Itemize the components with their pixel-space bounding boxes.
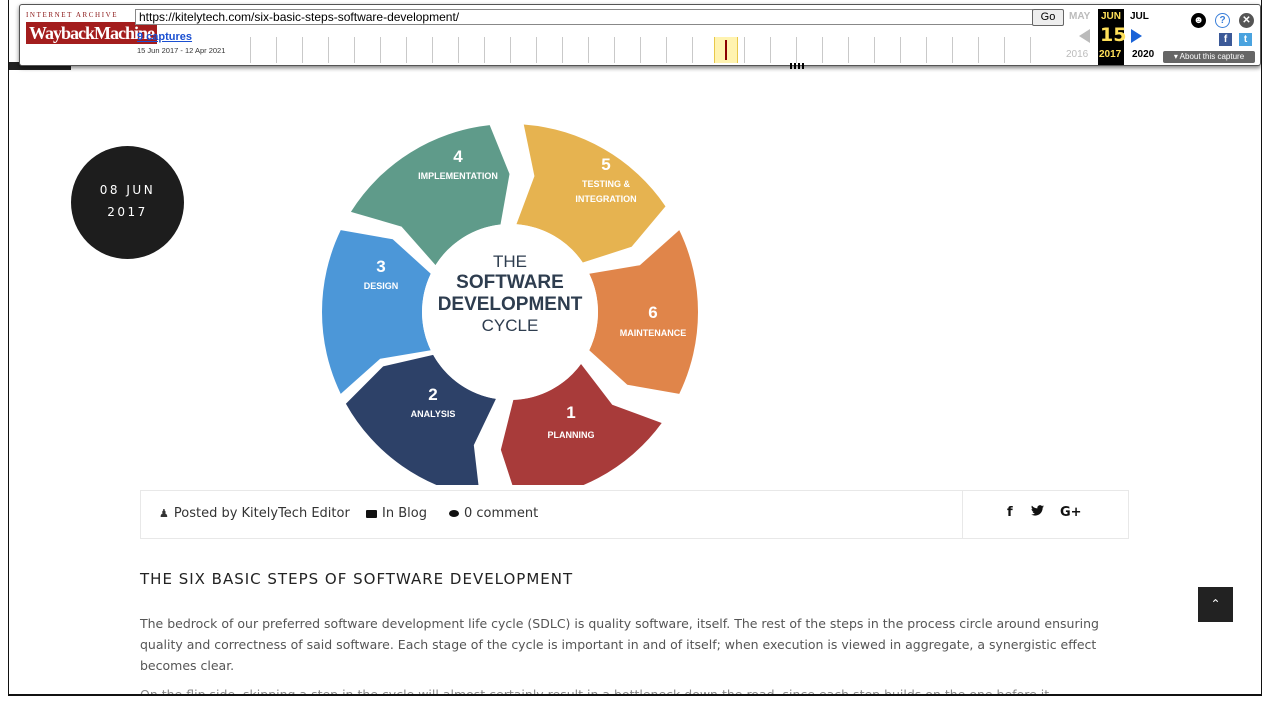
prev-capture-arrow-icon[interactable] — [1079, 29, 1090, 43]
post-author[interactable]: ♟ Posted by KitelyTech Editor — [159, 506, 350, 521]
next-month-link[interactable]: JUL — [1130, 11, 1149, 22]
close-icon[interactable]: ✕ — [1239, 13, 1254, 28]
step-2-label: ANALYSIS — [411, 409, 456, 419]
center-line-2: SOFTWARE — [456, 272, 564, 293]
chevron-up-icon: ⌃ — [1210, 597, 1221, 611]
wayback-url-input[interactable]: https://kitelytech.com/six-basic-steps-s… — [135, 9, 1033, 25]
facebook-share-icon[interactable]: f — [1219, 33, 1232, 46]
step-1-label: PLANNING — [548, 430, 595, 440]
user-icon[interactable]: ☻ — [1191, 13, 1206, 28]
category-text: In Blog — [382, 506, 427, 521]
twitter-share-icon[interactable]: t — [1239, 33, 1252, 46]
internet-archive-text: INTERNET ARCHIVE — [26, 11, 119, 19]
meta-divider — [962, 491, 963, 538]
step-4-number: 4 — [453, 147, 463, 166]
prev-year[interactable]: 2016 — [1066, 49, 1088, 60]
step-2-number: 2 — [428, 385, 437, 404]
post-intro-paragraph: The bedrock of our preferred software de… — [140, 616, 1099, 673]
selected-year-highlight[interactable] — [714, 37, 738, 63]
step-6-label: MAINTENANCE — [620, 328, 687, 338]
google-plus-icon[interactable]: G+ — [1060, 505, 1082, 520]
step-5-label-2: INTEGRATION — [575, 194, 636, 204]
step-4-label: IMPLEMENTATION — [418, 171, 498, 181]
current-day: 15 — [1100, 24, 1127, 46]
next-year[interactable]: 2020 — [1132, 49, 1154, 60]
post-comments[interactable]: 0 comment — [449, 506, 538, 521]
step-3-number: 3 — [376, 257, 385, 276]
center-line-1: THE — [493, 252, 527, 271]
comments-text: 0 comment — [464, 506, 539, 521]
post-next-paragraph: On the flip side, skipping a step in the… — [140, 684, 1100, 694]
center-line-3: DEVELOPMENT — [438, 294, 583, 315]
twitter-icon[interactable] — [1031, 505, 1044, 520]
post-meta-bar: ♟ Posted by KitelyTech Editor In Blog 0 … — [140, 490, 1129, 539]
folder-icon — [366, 509, 377, 518]
post-date-year: 2017 — [107, 205, 148, 219]
step-5-label: TESTING & — [582, 179, 631, 189]
scroll-to-top-button[interactable]: ⌃ — [1198, 587, 1233, 622]
step-1-number: 1 — [566, 403, 575, 422]
sdlc-cycle-diagram: THE SOFTWARE DEVELOPMENT CYCLE 1 PLANNIN… — [322, 124, 698, 485]
help-icon[interactable]: ? — [1215, 13, 1230, 28]
capture-marks — [790, 56, 806, 74]
step-6-number: 6 — [648, 303, 657, 322]
author-text: Posted by KitelyTech Editor — [173, 506, 350, 521]
post-date-day: 08 JUN — [99, 183, 156, 197]
about-capture-button[interactable]: ▾ About this capture — [1163, 51, 1255, 63]
captures-link[interactable]: 9 captures — [137, 31, 192, 43]
post-title: THE SIX BASIC STEPS OF SOFTWARE DEVELOPM… — [140, 570, 574, 588]
step-3-label: DESIGN — [364, 281, 399, 291]
current-year: 2017 — [1099, 49, 1122, 60]
center-line-4: CYCLE — [482, 316, 539, 335]
comment-icon — [449, 510, 459, 517]
go-button[interactable]: Go — [1032, 9, 1064, 26]
wayback-logo[interactable]: INTERNET ARCHIVE WaybackMachine — [26, 11, 158, 59]
post-date-badge: 08 JUN 2017 — [71, 146, 184, 259]
step-5-number: 5 — [601, 155, 610, 174]
current-month: JUN — [1101, 11, 1122, 22]
post-category[interactable]: In Blog — [366, 506, 427, 521]
wayback-toolbar: INTERNET ARCHIVE WaybackMachine https://… — [19, 4, 1261, 69]
capture-timeline[interactable] — [250, 37, 1050, 69]
capture-range: 15 Jun 2017 - 12 Apr 2021 — [137, 46, 226, 55]
next-capture-arrow-icon[interactable] — [1131, 29, 1142, 43]
facebook-icon[interactable]: f — [1007, 505, 1013, 520]
user-icon: ♟ — [159, 507, 169, 520]
browser-viewport: INTERNET ARCHIVE WaybackMachine https://… — [8, 0, 1262, 696]
prev-month-link[interactable]: MAY — [1069, 11, 1090, 22]
